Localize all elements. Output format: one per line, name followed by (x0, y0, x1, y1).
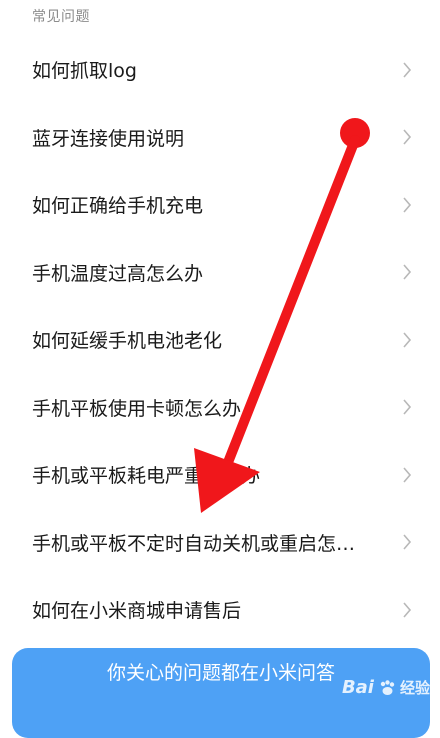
faq-item-label: 如何正确给手机充电 (32, 195, 204, 218)
chevron-right-icon (402, 197, 412, 213)
faq-item-after-sales[interactable]: 如何在小米商城申请售后 (0, 576, 440, 644)
faq-item-label: 手机温度过高怎么办 (32, 262, 204, 285)
faq-list: 如何抓取log 蓝牙连接使用说明 如何正确给手机充电 手机温度过高怎么办 如何延… (0, 36, 440, 644)
chevron-right-icon (402, 62, 412, 78)
banner-title: 你关心的问题都在小米问答 (106, 662, 335, 684)
faq-item-label: 手机或平板耗电严重怎么办 (32, 465, 261, 488)
chevron-right-icon (402, 534, 412, 550)
chevron-right-icon (402, 602, 412, 618)
faq-item-auto-shutdown[interactable]: 手机或平板不定时自动关机或重启怎… (0, 509, 440, 577)
chevron-right-icon (402, 129, 412, 145)
section-header: 常见问题 (32, 9, 90, 25)
faq-item-battery-drain[interactable]: 手机或平板耗电严重怎么办 (0, 441, 440, 509)
faq-item-overheating[interactable]: 手机温度过高怎么办 (0, 239, 440, 307)
faq-item-bluetooth-guide[interactable]: 蓝牙连接使用说明 (0, 104, 440, 172)
chevron-right-icon (402, 264, 412, 280)
faq-item-label: 如何在小米商城申请售后 (32, 600, 242, 623)
chevron-right-icon (402, 399, 412, 415)
xiaomi-qa-banner[interactable]: 你关心的问题都在小米问答 (12, 648, 430, 738)
faq-item-label: 手机或平板不定时自动关机或重启怎… (32, 532, 356, 555)
chevron-right-icon (402, 467, 412, 483)
faq-item-label: 如何抓取log (32, 60, 137, 83)
faq-item-capture-log[interactable]: 如何抓取log (0, 36, 440, 104)
faq-item-battery-aging[interactable]: 如何延缓手机电池老化 (0, 306, 440, 374)
faq-item-charging[interactable]: 如何正确给手机充电 (0, 171, 440, 239)
faq-item-label: 蓝牙连接使用说明 (32, 127, 185, 150)
faq-item-label: 手机平板使用卡顿怎么办 (32, 397, 242, 420)
chevron-right-icon (402, 332, 412, 348)
faq-item-lag[interactable]: 手机平板使用卡顿怎么办 (0, 374, 440, 442)
faq-item-label: 如何延缓手机电池老化 (32, 330, 223, 353)
